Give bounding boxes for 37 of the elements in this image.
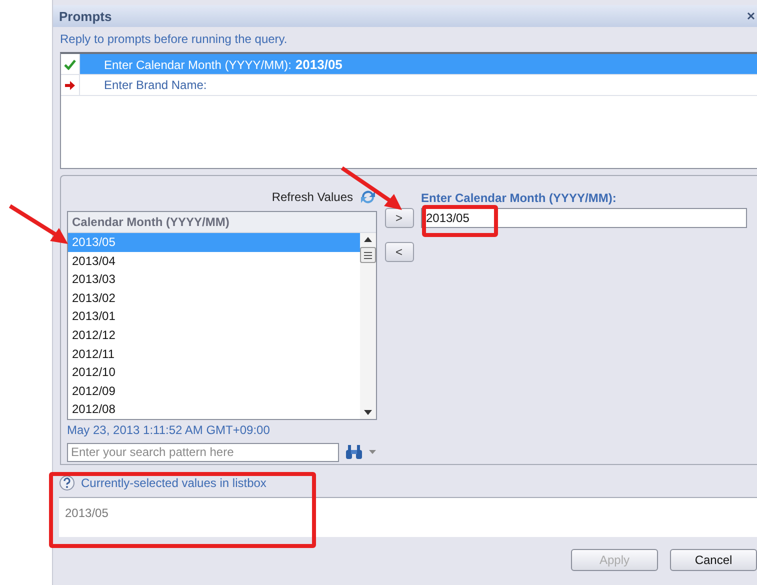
list-item[interactable]: 2013/04 — [68, 252, 360, 270]
move-button[interactable]: < — [384, 242, 414, 262]
checkmark-icon — [64, 58, 76, 70]
answer-field[interactable]: 2013/05 — [421, 208, 747, 228]
instruction-text: Reply to prompts before running the query. — [59, 31, 288, 48]
timestamp: May 23, 2013 1:11:52 AM GMT+09:00 — [67, 422, 271, 439]
answer-label: Enter Calendar Month (YYYY/MM): — [421, 190, 618, 207]
listbox-header: Calendar Month (YYYY/MM) — [68, 212, 376, 233]
binoculars-icon[interactable] — [345, 444, 363, 460]
scroll-thumb[interactable] — [360, 247, 376, 263]
refresh-icon[interactable] — [359, 189, 377, 205]
selected-value: 2013/05 — [65, 506, 108, 520]
list-item[interactable]: 2012/08 — [68, 400, 360, 419]
prompt-label: Enter Calendar Month (YYYY/MM): 2013/05 — [104, 56, 342, 72]
annotation-arrow — [8, 204, 70, 246]
scroll-up-icon[interactable] — [364, 237, 372, 242]
refresh-values-link[interactable]: Refresh Values — [272, 190, 353, 204]
arrow-icon — [65, 80, 75, 90]
caret-icon[interactable] — [369, 450, 376, 454]
scrollbar[interactable] — [360, 233, 376, 419]
move-button[interactable]: > — [384, 208, 414, 228]
selected-values-title: Currently-selected values in listbox — [81, 476, 266, 490]
list-item[interactable]: 2013/01 — [68, 307, 360, 326]
help-icon[interactable] — [59, 475, 75, 491]
list-item[interactable]: 2012/10 — [68, 363, 360, 382]
search-field[interactable]: Enter your search pattern here — [67, 442, 339, 462]
list-item[interactable]: 2012/09 — [68, 382, 360, 400]
prompt-label: Enter Brand Name: — [104, 78, 207, 92]
dialog-button[interactable]: Cancel — [670, 549, 757, 571]
window-title: Prompts — [59, 8, 112, 24]
list-item[interactable]: 2013/02 — [68, 288, 360, 308]
close-icon[interactable] — [747, 12, 755, 20]
list-item[interactable]: 2012/12 — [68, 326, 360, 345]
list-item[interactable]: 2013/03 — [68, 270, 360, 289]
scroll-down-icon[interactable] — [364, 410, 372, 415]
prompt-row[interactable]: Enter Brand Name: — [61, 75, 757, 96]
list-item[interactable]: 2012/11 — [68, 344, 360, 364]
